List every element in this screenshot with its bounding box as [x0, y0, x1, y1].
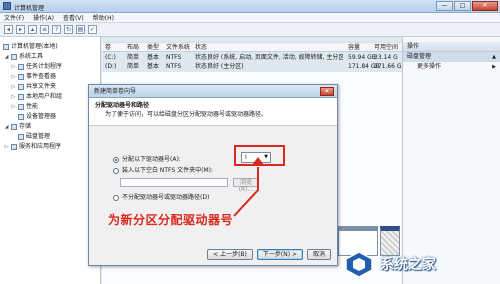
watermark: 系统之家	[344, 246, 500, 282]
computer-icon	[3, 44, 9, 50]
tree-item-event-viewer[interactable]: ▷ 事件查看器	[0, 72, 100, 82]
menu-view[interactable]: 查看(V)	[63, 13, 84, 22]
performance-icon	[18, 104, 24, 110]
computer-management-icon	[3, 2, 11, 10]
window-titlebar: 计算机管理 — □ ✕	[0, 0, 500, 13]
dialog-titlebar: 新建简单卷向导 ✕	[89, 85, 337, 98]
annotation-text: 为新分区分配驱动器号	[108, 213, 234, 227]
dialog-close-button[interactable]: ✕	[320, 87, 334, 96]
browse-button[interactable]: 浏览(R)...	[233, 178, 259, 193]
toolbar: ◂ ▸ ▴ ≡ ? ↻ ▤ ✓	[0, 23, 500, 37]
storage-icon	[11, 124, 17, 130]
forward-icon[interactable]: ▸	[16, 25, 25, 34]
column-type[interactable]: 类型	[147, 44, 159, 52]
clock-icon	[18, 64, 24, 70]
radio-unchecked-icon[interactable]	[113, 167, 119, 174]
dialog-buttons: < 上一步(B) 下一步(N) > 取消	[207, 249, 331, 260]
volume-row[interactable]: (D:) 简单 基本 NTFS 状态良好 (主分区) 171.84 GB 171…	[102, 62, 402, 71]
tree-item-performance[interactable]: ▷ 性能	[0, 102, 100, 112]
help-icon[interactable]: ?	[52, 25, 61, 34]
radio-no-drive-letter[interactable]: 不分配驱动器号或驱动器路径(D)	[113, 193, 209, 202]
dialog-description: 为了便于访问，可以给磁盘分区分配驱动器号或驱动器路径。	[105, 111, 268, 118]
services-icon	[11, 144, 17, 150]
next-button[interactable]: 下一步(N) >	[256, 249, 303, 260]
radio-assign-drive-letter[interactable]: 分配以下驱动器号(A):	[113, 155, 181, 164]
tree-item-device-manager[interactable]: 设备管理器	[0, 112, 100, 122]
navigation-tree: 计算机管理(本地) ◢ 系统工具 ▷ 任务计划程序 ▷ 事件查看器 ▷ 共享文件…	[0, 37, 101, 284]
action-disk-management[interactable]: 磁盘管理 ▲	[403, 52, 500, 62]
dialog-header: 分配驱动器号和路径 为了便于访问，可以给磁盘分区分配驱动器号或驱动器路径。	[89, 98, 337, 126]
watermark-logo-icon	[345, 251, 373, 278]
close-button[interactable]: ✕	[472, 1, 498, 11]
volume-row[interactable]: (C:) 简单 基本 NTFS 状态良好 (系统, 启动, 页面文件, 活动, …	[102, 53, 402, 62]
expand-arrow-icon[interactable]: ◢	[4, 52, 9, 62]
tree-item-storage[interactable]: ◢ 存储	[0, 122, 100, 132]
tree-item-task-scheduler[interactable]: ▷ 任务计划程序	[0, 62, 100, 72]
event-icon	[18, 74, 24, 80]
users-icon	[18, 94, 24, 100]
export-icon[interactable]: ▤	[76, 25, 85, 34]
expand-arrow-icon[interactable]: ▷	[4, 142, 9, 152]
menu-file[interactable]: 文件(F)	[4, 13, 24, 22]
tree-item-shared-folders[interactable]: ▷ 共享文件夹	[0, 82, 100, 92]
collapse-arrow-icon[interactable]: ▲	[492, 52, 496, 62]
column-status[interactable]: 状态	[195, 44, 207, 52]
tree-item-disk-management[interactable]: 磁盘管理	[0, 132, 100, 142]
expand-arrow-icon[interactable]: ◢	[4, 122, 9, 132]
actions-header: 操作	[403, 42, 500, 52]
tree-item-computer-management[interactable]: 计算机管理(本地)	[0, 42, 100, 52]
folder-path-input[interactable]	[120, 178, 228, 187]
dialog-heading: 分配驱动器号和路径	[95, 102, 150, 109]
column-filesystem[interactable]: 文件系统	[166, 44, 190, 52]
column-volume[interactable]: 卷	[105, 44, 111, 52]
column-free[interactable]: 可用空间	[374, 44, 398, 52]
radio-unchecked-icon[interactable]	[113, 194, 119, 201]
window-title: 计算机管理	[14, 5, 45, 12]
expand-arrow-icon[interactable]: ▷	[11, 92, 16, 102]
maximize-button[interactable]: □	[454, 1, 471, 11]
expand-arrow-icon[interactable]: ▷	[11, 62, 16, 72]
expand-arrow-icon[interactable]: ▷	[11, 102, 16, 112]
expand-arrow-icon[interactable]: ▷	[11, 82, 16, 92]
radio-mount-folder[interactable]: 装入以下空白 NTFS 文件夹中(M):	[113, 166, 213, 175]
disk-icon	[18, 134, 24, 140]
properties-icon[interactable]: ≡	[40, 25, 49, 34]
menu-bar: 文件(F) 操作(A) 查看(V) 帮助(H)	[0, 13, 500, 23]
action-more-actions[interactable]: 更多操作 ▶	[403, 62, 500, 72]
tree-item-services-apps[interactable]: ▷ 服务和应用程序	[0, 142, 100, 152]
back-icon[interactable]: ◂	[4, 25, 13, 34]
minimize-button[interactable]: —	[436, 1, 453, 11]
back-button[interactable]: < 上一步(B)	[207, 249, 253, 260]
expand-arrow-icon[interactable]: ▷	[11, 72, 16, 82]
dialog-title: 新建简单卷向导	[94, 88, 137, 95]
submenu-arrow-icon: ▶	[492, 64, 496, 70]
menu-action[interactable]: 操作(A)	[33, 13, 54, 22]
folder-icon	[18, 84, 24, 90]
device-icon	[18, 114, 24, 120]
window-controls: — □ ✕	[436, 1, 498, 11]
column-layout[interactable]: 布局	[127, 44, 139, 52]
radio-checked-icon[interactable]	[113, 156, 119, 163]
menu-help[interactable]: 帮助(H)	[93, 13, 114, 22]
up-icon[interactable]: ▴	[28, 25, 37, 34]
tools-icon	[11, 54, 17, 60]
column-capacity[interactable]: 容量	[348, 44, 360, 52]
cancel-button[interactable]: 取消	[306, 249, 331, 260]
new-simple-volume-wizard: 新建简单卷向导 ✕ 分配驱动器号和路径 为了便于访问，可以给磁盘分区分配驱动器号…	[88, 84, 338, 266]
tree-item-local-users[interactable]: ▷ 本地用户和组	[0, 92, 100, 102]
tree-item-system-tools[interactable]: ◢ 系统工具	[0, 52, 100, 62]
refresh-icon[interactable]: ↻	[64, 25, 73, 34]
volume-list-header: 卷 布局 类型 文件系统 状态 容量 可用空间	[102, 42, 402, 52]
check-icon[interactable]: ✓	[88, 25, 97, 34]
highlight-box	[234, 145, 285, 166]
watermark-text: 系统之家	[380, 257, 436, 273]
